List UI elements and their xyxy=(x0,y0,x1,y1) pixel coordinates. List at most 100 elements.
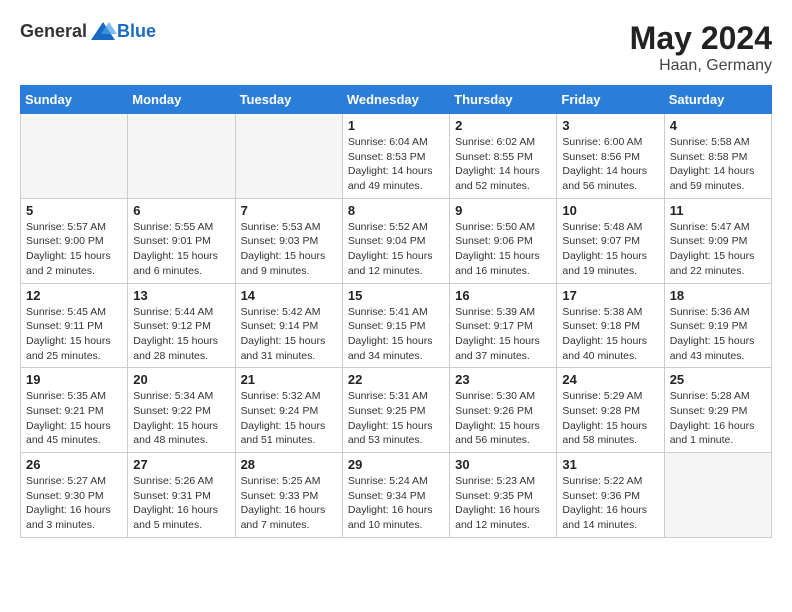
day-header-saturday: Saturday xyxy=(664,86,771,114)
day-number: 4 xyxy=(670,118,766,133)
day-info: Sunrise: 6:00 AMSunset: 8:56 PMDaylight:… xyxy=(562,135,658,194)
day-info: Sunrise: 5:57 AMSunset: 9:00 PMDaylight:… xyxy=(26,220,122,279)
month-year: May 2024 xyxy=(630,20,772,57)
day-info: Sunrise: 5:52 AMSunset: 9:04 PMDaylight:… xyxy=(348,220,444,279)
day-number: 29 xyxy=(348,457,444,472)
day-number: 6 xyxy=(133,203,229,218)
calendar-cell: 3Sunrise: 6:00 AMSunset: 8:56 PMDaylight… xyxy=(557,114,664,199)
calendar-cell: 15 Sunrise: 5:41 AMSunset: 9:15 PMDayligh… xyxy=(342,283,449,368)
day-info: Sunrise: 5:55 AMSunset: 9:01 PMDaylight:… xyxy=(133,220,229,279)
day-info: Sunrise: 5:50 AMSunset: 9:06 PMDaylight:… xyxy=(455,220,551,279)
calendar-cell: 13Sunrise: 5:44 AMSunset: 9:12 PMDayligh… xyxy=(128,283,235,368)
calendar-cell: 12 Sunrise: 5:45 AMSunset: 9:11 PMDayligh… xyxy=(21,283,128,368)
calendar-cell: 19 Sunrise: 5:35 AMSunset: 9:21 PMDayligh… xyxy=(21,368,128,453)
calendar-week-1: 1 Sunrise: 6:04 AMSunset: 8:53 PMDaylight… xyxy=(21,114,772,199)
calendar-cell: 28 Sunrise: 5:25 AMSunset: 9:33 PMDayligh… xyxy=(235,453,342,538)
logo-blue: Blue xyxy=(117,21,156,42)
day-number: 10 xyxy=(562,203,658,218)
day-info: Sunrise: 5:31 AMSunset: 9:25 PMDaylight:… xyxy=(348,389,444,448)
calendar-cell: 5 Sunrise: 5:57 AMSunset: 9:00 PMDaylight… xyxy=(21,198,128,283)
day-info: Sunrise: 5:42 AMSunset: 9:14 PMDaylight:… xyxy=(241,305,337,364)
calendar-cell: 25 Sunrise: 5:28 AMSunset: 9:29 PMDayligh… xyxy=(664,368,771,453)
day-info: Sunrise: 6:04 AMSunset: 8:53 PMDaylight:… xyxy=(348,135,444,194)
day-number: 5 xyxy=(26,203,122,218)
location: Haan, Germany xyxy=(630,57,772,75)
day-number: 28 xyxy=(241,457,337,472)
logo-icon xyxy=(89,20,117,42)
day-header-sunday: Sunday xyxy=(21,86,128,114)
day-info: Sunrise: 5:41 AMSunset: 9:15 PMDaylight:… xyxy=(348,305,444,364)
day-number: 27 xyxy=(133,457,229,472)
calendar-cell: 7 Sunrise: 5:53 AMSunset: 9:03 PMDaylight… xyxy=(235,198,342,283)
logo-general: General xyxy=(20,21,87,42)
day-number: 8 xyxy=(348,203,444,218)
calendar-cell xyxy=(21,114,128,199)
day-info: Sunrise: 5:39 AMSunset: 9:17 PMDaylight:… xyxy=(455,305,551,364)
day-number: 23 xyxy=(455,372,551,387)
calendar-cell: 2Sunrise: 6:02 AMSunset: 8:55 PMDaylight… xyxy=(450,114,557,199)
day-number: 12 xyxy=(26,288,122,303)
calendar-cell xyxy=(128,114,235,199)
logo: General Blue xyxy=(20,20,156,42)
calendar-cell: 26Sunrise: 5:27 AMSunset: 9:30 PMDayligh… xyxy=(21,453,128,538)
calendar-cell: 18 Sunrise: 5:36 AMSunset: 9:19 PMDayligh… xyxy=(664,283,771,368)
title-block: May 2024 Haan, Germany xyxy=(630,20,772,75)
calendar-week-2: 5 Sunrise: 5:57 AMSunset: 9:00 PMDaylight… xyxy=(21,198,772,283)
calendar-table: SundayMondayTuesdayWednesdayThursdayFrid… xyxy=(20,85,772,538)
day-header-monday: Monday xyxy=(128,86,235,114)
calendar-cell xyxy=(235,114,342,199)
calendar-cell: 29Sunrise: 5:24 AMSunset: 9:34 PMDayligh… xyxy=(342,453,449,538)
day-info: Sunrise: 5:44 AMSunset: 9:12 PMDaylight:… xyxy=(133,305,229,364)
day-info: Sunrise: 5:25 AMSunset: 9:33 PMDaylight:… xyxy=(241,474,337,533)
day-info: Sunrise: 5:38 AMSunset: 9:18 PMDaylight:… xyxy=(562,305,658,364)
day-info: Sunrise: 5:48 AMSunset: 9:07 PMDaylight:… xyxy=(562,220,658,279)
day-info: Sunrise: 5:27 AMSunset: 9:30 PMDaylight:… xyxy=(26,474,122,533)
calendar-cell: 10 Sunrise: 5:48 AMSunset: 9:07 PMDayligh… xyxy=(557,198,664,283)
day-info: Sunrise: 5:36 AMSunset: 9:19 PMDaylight:… xyxy=(670,305,766,364)
day-number: 16 xyxy=(455,288,551,303)
calendar-cell: 1 Sunrise: 6:04 AMSunset: 8:53 PMDaylight… xyxy=(342,114,449,199)
day-info: Sunrise: 5:29 AMSunset: 9:28 PMDaylight:… xyxy=(562,389,658,448)
day-info: Sunrise: 5:45 AMSunset: 9:11 PMDaylight:… xyxy=(26,305,122,364)
day-info: Sunrise: 5:53 AMSunset: 9:03 PMDaylight:… xyxy=(241,220,337,279)
day-number: 18 xyxy=(670,288,766,303)
day-info: Sunrise: 5:23 AMSunset: 9:35 PMDaylight:… xyxy=(455,474,551,533)
calendar-cell: 20 Sunrise: 5:34 AMSunset: 9:22 PMDayligh… xyxy=(128,368,235,453)
page-header: General Blue May 2024 Haan, Germany xyxy=(20,20,772,75)
calendar-week-5: 26Sunrise: 5:27 AMSunset: 9:30 PMDayligh… xyxy=(21,453,772,538)
calendar-cell: 16 Sunrise: 5:39 AMSunset: 9:17 PMDayligh… xyxy=(450,283,557,368)
day-number: 7 xyxy=(241,203,337,218)
calendar-cell: 11Sunrise: 5:47 AMSunset: 9:09 PMDayligh… xyxy=(664,198,771,283)
day-number: 19 xyxy=(26,372,122,387)
day-number: 21 xyxy=(241,372,337,387)
calendar-cell: 22Sunrise: 5:31 AMSunset: 9:25 PMDayligh… xyxy=(342,368,449,453)
day-number: 20 xyxy=(133,372,229,387)
day-number: 24 xyxy=(562,372,658,387)
day-info: Sunrise: 5:26 AMSunset: 9:31 PMDaylight:… xyxy=(133,474,229,533)
calendar-cell: 27 Sunrise: 5:26 AMSunset: 9:31 PMDayligh… xyxy=(128,453,235,538)
calendar-cell: 14 Sunrise: 5:42 AMSunset: 9:14 PMDayligh… xyxy=(235,283,342,368)
day-number: 14 xyxy=(241,288,337,303)
day-number: 15 xyxy=(348,288,444,303)
day-number: 30 xyxy=(455,457,551,472)
calendar-cell: 24 Sunrise: 5:29 AMSunset: 9:28 PMDayligh… xyxy=(557,368,664,453)
day-number: 2 xyxy=(455,118,551,133)
day-info: Sunrise: 5:34 AMSunset: 9:22 PMDaylight:… xyxy=(133,389,229,448)
calendar-week-4: 19 Sunrise: 5:35 AMSunset: 9:21 PMDayligh… xyxy=(21,368,772,453)
day-number: 25 xyxy=(670,372,766,387)
day-info: Sunrise: 5:28 AMSunset: 9:29 PMDaylight:… xyxy=(670,389,766,448)
calendar-cell: 17Sunrise: 5:38 AMSunset: 9:18 PMDayligh… xyxy=(557,283,664,368)
calendar-week-3: 12 Sunrise: 5:45 AMSunset: 9:11 PMDayligh… xyxy=(21,283,772,368)
day-info: Sunrise: 5:22 AMSunset: 9:36 PMDaylight:… xyxy=(562,474,658,533)
day-info: Sunrise: 5:30 AMSunset: 9:26 PMDaylight:… xyxy=(455,389,551,448)
calendar-cell: 9Sunrise: 5:50 AMSunset: 9:06 PMDaylight… xyxy=(450,198,557,283)
calendar-cell: 8 Sunrise: 5:52 AMSunset: 9:04 PMDaylight… xyxy=(342,198,449,283)
day-info: Sunrise: 5:32 AMSunset: 9:24 PMDaylight:… xyxy=(241,389,337,448)
day-header-wednesday: Wednesday xyxy=(342,86,449,114)
days-header-row: SundayMondayTuesdayWednesdayThursdayFrid… xyxy=(21,86,772,114)
day-number: 1 xyxy=(348,118,444,133)
day-info: Sunrise: 5:47 AMSunset: 9:09 PMDaylight:… xyxy=(670,220,766,279)
calendar-cell: 31Sunrise: 5:22 AMSunset: 9:36 PMDayligh… xyxy=(557,453,664,538)
day-info: Sunrise: 5:35 AMSunset: 9:21 PMDaylight:… xyxy=(26,389,122,448)
calendar-cell: 6 Sunrise: 5:55 AMSunset: 9:01 PMDaylight… xyxy=(128,198,235,283)
